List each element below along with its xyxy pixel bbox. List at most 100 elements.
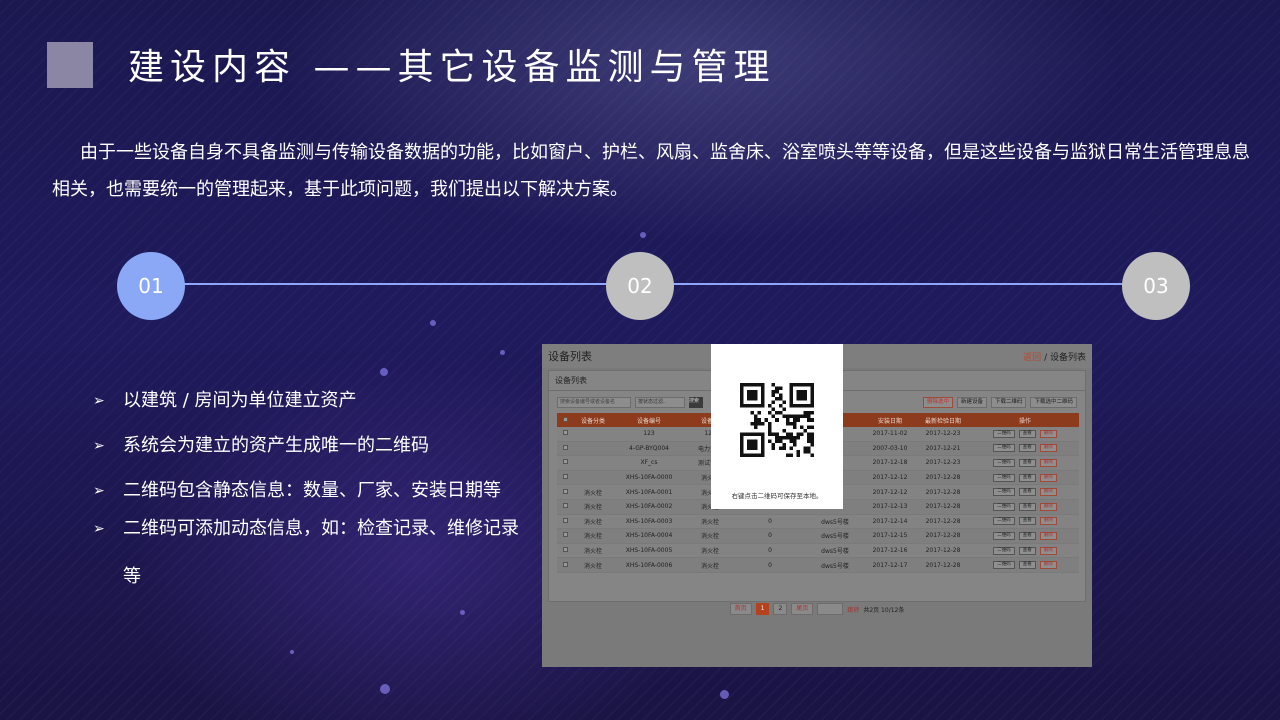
row-delete-button[interactable]: 删除 [1039,502,1057,511]
row-delete-button[interactable]: 删除 [1039,473,1057,482]
select-all-checkbox[interactable] [562,416,568,422]
row-checkbox[interactable] [562,517,568,523]
qr-caption: 右键点击二维码可保存至本地。 [731,492,823,500]
row-checkbox[interactable] [562,532,568,538]
table-cell: 2017-12-14 [872,517,908,525]
row-delete-button[interactable]: 删除 [1039,488,1057,497]
table-cell: XHS-10FA-0003 [625,517,673,525]
row-delete-button[interactable]: 删除 [1039,531,1057,540]
decor-dot [640,232,646,238]
row-checkbox[interactable] [562,459,568,465]
table-cell: 4-GP-BYQ004 [629,444,669,452]
first-page-button[interactable]: 首页 [729,603,752,615]
row-checkbox[interactable] [562,430,568,436]
table-cell: XF_cs [640,459,658,467]
table-cell: XHS-10FA-0001 [625,488,673,496]
row-delete-button[interactable]: 删除 [1039,561,1057,570]
row-qr-button[interactable]: 二维码 [993,546,1015,555]
row-qr-button[interactable]: 二维码 [993,561,1015,570]
row-qr-button[interactable]: 二维码 [993,458,1015,467]
table-cell: XHS-10FA-0004 [625,532,673,540]
table-cell: 2017-12-28 [925,517,961,525]
table-cell: dws5号楼 [821,533,849,541]
row-view-button[interactable]: 查看 [1018,429,1036,438]
row-view-button[interactable]: 查看 [1018,444,1036,453]
table-cell: 2017-12-28 [925,547,961,555]
row-view-button[interactable]: 查看 [1018,502,1036,511]
bullet-item: ➢ 以建筑 / 房间为单位建立资产 [93,386,533,416]
table-cell: 2017-12-21 [925,444,961,452]
table-cell: 2017-12-13 [872,503,908,511]
row-qr-button[interactable]: 二维码 [993,502,1015,511]
table-cell: dws5号楼 [821,548,849,556]
table-cell: 消火栓 [583,504,602,512]
row-delete-button[interactable]: 删除 [1039,517,1057,526]
table-cell: 2017-12-16 [872,547,908,555]
row-qr-button[interactable]: 二维码 [993,531,1015,540]
row-qr-button[interactable]: 二维码 [993,473,1015,482]
row-checkbox[interactable] [562,444,568,450]
row-checkbox[interactable] [562,547,568,553]
slide-title: 建设内容 ——其它设备监测与管理 [128,47,776,88]
download-qr-button[interactable]: 下载二维码 [990,397,1027,408]
row-delete-button[interactable]: 删除 [1039,429,1057,438]
row-checkbox[interactable] [562,561,568,567]
row-checkbox[interactable] [562,488,568,494]
search-button[interactable]: 搜索 [689,397,703,408]
timeline-step-02[interactable]: 02 [606,252,674,320]
last-page-button[interactable]: 尾页 [791,603,814,615]
table-cell: 消火栓 [700,518,719,526]
row-view-button[interactable]: 查看 [1018,531,1036,540]
row-delete-button[interactable]: 删除 [1039,546,1057,555]
table-cell: 2007-03-10 [872,444,908,452]
table-cell: XHS-10FA-0006 [625,561,673,569]
page-jump-input[interactable] [817,603,844,615]
row-view-button[interactable]: 查看 [1018,488,1036,497]
table-cell: 2017-12-23 [925,430,961,438]
row-delete-button[interactable]: 删除 [1039,458,1057,467]
table-row: 消火栓 XHS-10FA-0004 消火栓 0 dws5号楼 2017-12-15 2017… [557,529,1079,544]
table-cell: 2017-11-02 [872,430,908,438]
row-checkbox[interactable] [562,503,568,509]
table-cell: XHS-10FA-0000 [625,474,673,482]
row-view-button[interactable]: 查看 [1018,458,1036,467]
row-view-button[interactable]: 查看 [1018,561,1036,570]
row-qr-button[interactable]: 二维码 [993,517,1015,526]
row-view-button[interactable]: 查看 [1018,517,1036,526]
qr-code-image[interactable] [740,383,814,457]
table-cell: 2017-12-23 [925,459,961,467]
row-qr-button[interactable]: 二维码 [993,429,1015,438]
bullet-arrow-icon: ➢ [93,438,105,454]
jump-link[interactable]: 跳转 [847,605,859,614]
bullet-arrow-icon: ➢ [93,521,105,537]
table-cell: 消火栓 [700,562,719,570]
decor-dot [380,684,390,694]
row-qr-button[interactable]: 二维码 [993,444,1015,453]
screenshot-page-title: 设备列表 [548,350,592,363]
table-cell: 消火栓 [700,548,719,556]
page-2-button[interactable]: 2 [773,603,788,615]
new-device-button[interactable]: 新建设备 [956,397,987,408]
qr-code-popup: 右键点击二维码可保存至本地。 [711,344,843,509]
bullet-item: ➢ 系统会为建立的资产生成唯一的二维码 [93,431,533,461]
row-qr-button[interactable]: 二维码 [993,488,1015,497]
table-cell: dws5号楼 [821,562,849,570]
table-cell: 消火栓 [583,489,602,497]
bullet-arrow-icon: ➢ [93,483,105,499]
row-view-button[interactable]: 查看 [1018,546,1036,555]
row-view-button[interactable]: 查看 [1018,473,1036,482]
timeline-step-03[interactable]: 03 [1122,252,1190,320]
table-cell: 0 [768,561,772,569]
status-filter-select[interactable]: 按状态过滤.. [635,397,685,408]
title-accent-square [47,42,93,88]
breadcrumb: 返回 / 设备列表 [1023,352,1086,363]
delete-selected-button[interactable]: 删除选中 [922,397,953,408]
page-1-button[interactable]: 1 [755,603,770,615]
search-input[interactable]: 搜索设备编号或者设备名 [557,397,631,408]
breadcrumb-back-link[interactable]: 返回 [1023,353,1041,363]
decor-dot [430,320,436,326]
download-selected-qr-button[interactable]: 下载选中二维码 [1030,397,1077,408]
timeline-step-01[interactable]: 01 [117,252,185,320]
row-delete-button[interactable]: 删除 [1039,444,1057,453]
row-checkbox[interactable] [562,474,568,480]
